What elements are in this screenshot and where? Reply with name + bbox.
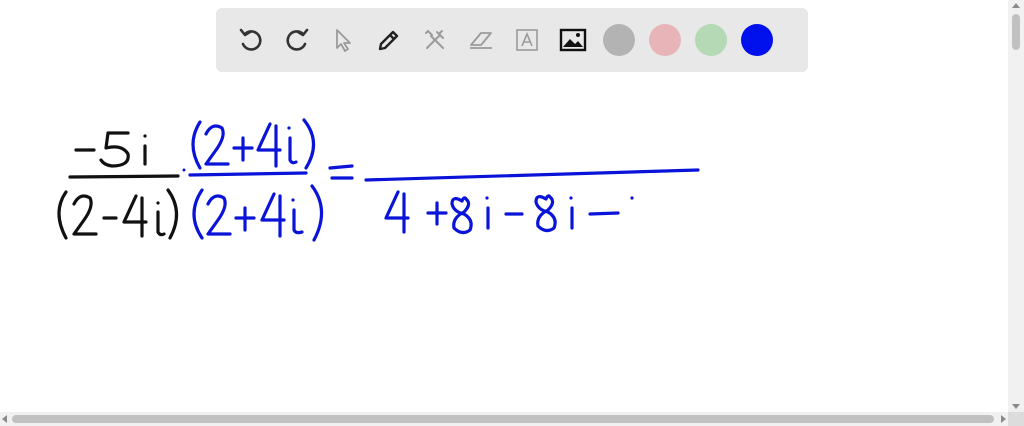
ink-black-fraction-bar bbox=[68, 174, 180, 179]
scroll-up-arrow-icon[interactable] bbox=[1012, 3, 1020, 8]
drawing-toolbar bbox=[216, 8, 808, 72]
scroll-right-arrow-icon[interactable] bbox=[1001, 415, 1006, 423]
tools-icon bbox=[425, 29, 444, 49]
ink-result-denominator bbox=[384, 190, 634, 235]
image-tool-button[interactable] bbox=[550, 17, 596, 63]
ink-blue-numerator bbox=[191, 118, 316, 170]
image-icon bbox=[559, 28, 587, 52]
scrollbar-corner bbox=[1008, 412, 1024, 426]
ink-black-denominator bbox=[57, 188, 179, 240]
scroll-left-arrow-icon[interactable] bbox=[2, 415, 7, 423]
horizontal-scrollbar[interactable] bbox=[0, 412, 1008, 426]
text-tool-button[interactable] bbox=[504, 17, 550, 63]
tools-button[interactable] bbox=[412, 17, 458, 63]
ink-blue-denominator bbox=[192, 184, 324, 242]
color-swatch-pink[interactable] bbox=[649, 24, 681, 56]
redo-icon bbox=[286, 28, 309, 51]
ink-dot bbox=[182, 168, 186, 172]
eraser-icon bbox=[470, 32, 492, 49]
ink-black-numerator bbox=[74, 131, 147, 168]
redo-button[interactable] bbox=[274, 17, 320, 63]
select-pointer-icon bbox=[336, 29, 351, 52]
horizontal-scroll-thumb[interactable] bbox=[12, 415, 994, 423]
color-swatch-light-green[interactable] bbox=[695, 24, 727, 56]
ink-result-fraction-bar bbox=[364, 168, 700, 182]
vertical-scrollbar[interactable] bbox=[1008, 0, 1024, 412]
undo-button[interactable] bbox=[228, 17, 274, 63]
color-swatch-blue[interactable] bbox=[741, 24, 773, 56]
pen-icon bbox=[378, 30, 399, 51]
select-tool-button[interactable] bbox=[320, 17, 366, 63]
scroll-down-arrow-icon[interactable] bbox=[1012, 404, 1020, 409]
color-swatch-gray[interactable] bbox=[603, 24, 635, 56]
eraser-tool-button[interactable] bbox=[458, 17, 504, 63]
pen-tool-button[interactable] bbox=[366, 17, 412, 63]
undo-icon bbox=[239, 28, 262, 51]
vertical-scroll-thumb[interactable] bbox=[1012, 14, 1020, 50]
ink-equals-sign bbox=[328, 164, 354, 180]
text-box-icon bbox=[516, 29, 538, 51]
ink-blue-fraction-bar bbox=[188, 171, 308, 177]
